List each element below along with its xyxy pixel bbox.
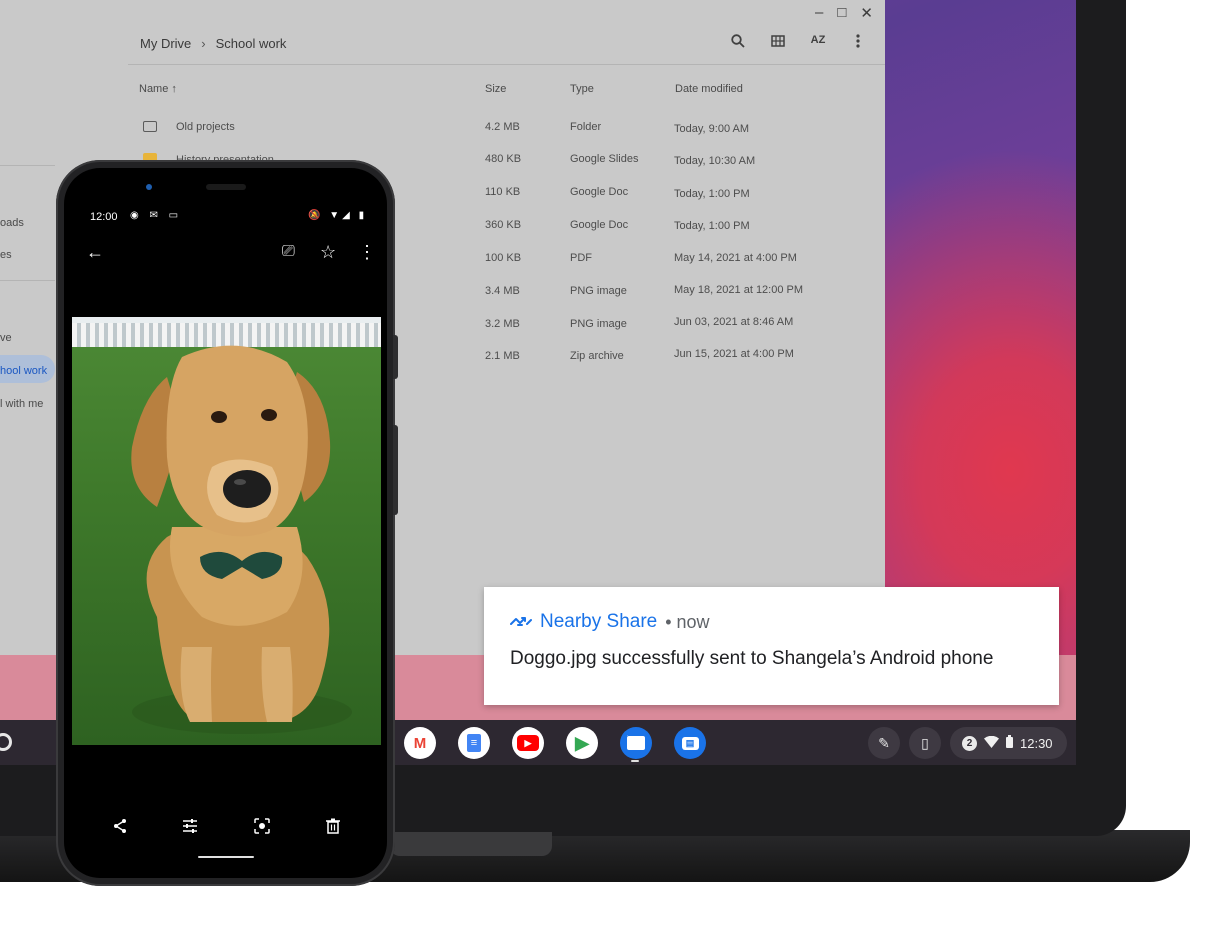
more-vert-icon[interactable]: ⋮ <box>358 242 376 263</box>
nearby-share-icon <box>510 612 532 632</box>
sidebar-divider <box>0 280 55 281</box>
file-type: Zip archive <box>570 350 624 362</box>
sidebar-item-my-drive[interactable]: ve <box>0 332 12 344</box>
battery-icon <box>1006 735 1013 751</box>
file-date: Jun 03, 2021 at 8:46 AM <box>674 316 794 328</box>
file-type: PNG image <box>570 318 627 330</box>
grid-view-icon[interactable] <box>770 34 786 51</box>
youtube-icon[interactable]: ▶ <box>512 727 544 759</box>
column-header-date[interactable]: Date modified <box>675 83 743 95</box>
notification-time: • now <box>665 611 710 632</box>
breadcrumb-school-work[interactable]: School work <box>216 36 287 51</box>
front-camera <box>146 184 152 190</box>
golden-retriever-illustration <box>131 345 352 734</box>
file-size: 100 KB <box>485 252 522 264</box>
phone-power-button <box>393 425 398 515</box>
star-icon[interactable]: ☆ <box>320 242 336 263</box>
gesture-home-bar[interactable] <box>198 856 254 858</box>
share-icon[interactable] <box>112 818 128 839</box>
play-store-icon[interactable]: ▶ <box>566 727 598 759</box>
notification-app-name: Nearby Share <box>540 611 658 632</box>
earpiece-speaker <box>206 184 246 190</box>
file-size: 4.2 MB <box>485 121 520 133</box>
file-type: Google Doc <box>570 219 629 231</box>
file-size: 110 KB <box>485 186 521 198</box>
breadcrumb: My Drive › School work <box>140 36 286 51</box>
file-size: 480 KB <box>485 153 522 165</box>
lens-icon[interactable] <box>254 818 270 839</box>
file-date: May 18, 2021 at 12:00 PM <box>674 284 804 296</box>
delete-icon[interactable] <box>326 818 340 839</box>
window-controls: – □ ✕ <box>815 4 873 22</box>
file-date: Today, 1:00 PM <box>674 188 750 200</box>
notification-message: Doggo.jpg successfully sent to Shangela’… <box>510 648 994 669</box>
files-sidebar: oads es ve hool work l with me <box>0 150 55 430</box>
laptop-hinge <box>390 832 552 856</box>
phone-system-icons: 🔕 ▼◢ ▮ <box>308 210 368 221</box>
notification-count-badge: 2 <box>962 735 977 751</box>
chevron-right-icon: › <box>201 36 206 51</box>
file-type: Google Doc <box>570 186 629 198</box>
file-size: 360 KB <box>485 219 522 231</box>
file-type: Google Slides <box>570 153 639 165</box>
nearby-share-notification[interactable]: Nearby Share • now Doggo.jpg successfull… <box>484 587 1059 705</box>
header-divider <box>128 64 885 65</box>
phone-notification-icons: ◉ ✉ ▭ <box>130 210 183 221</box>
file-type: Folder <box>570 121 602 133</box>
docs-icon[interactable]: ≡ <box>458 727 490 759</box>
files-running-indicator <box>631 760 639 762</box>
messages-icon[interactable]: ▤ <box>674 727 706 759</box>
file-type: PDF <box>570 252 592 264</box>
phone-status-time: 12:00 <box>90 211 118 223</box>
sort-az-button[interactable]: AZ <box>810 34 826 51</box>
file-type: PNG image <box>570 285 627 297</box>
cast-icon[interactable]: ⎚ <box>282 243 295 261</box>
phone-screen: 12:00 ◉ ✉ ▭ 🔕 ▼◢ ▮ ← ⎚ ☆ ⋮ <box>64 168 387 878</box>
wifi-icon <box>984 735 999 751</box>
dog-photo <box>72 317 381 745</box>
file-size: 2.1 MB <box>485 350 520 362</box>
column-header-size[interactable]: Size <box>485 83 506 95</box>
status-area[interactable]: 2 12:30 <box>950 727 1067 759</box>
gmail-icon[interactable]: M <box>404 727 436 759</box>
close-button[interactable]: ✕ <box>860 4 873 22</box>
back-arrow-icon[interactable]: ← <box>86 242 104 263</box>
shelf-clock: 12:30 <box>1020 735 1053 751</box>
sidebar-item-downloads[interactable]: oads <box>0 217 24 229</box>
sidebar-item-school-work[interactable]: hool work <box>0 365 47 377</box>
file-size: 3.2 MB <box>485 318 520 330</box>
sidebar-item-shared-with-me[interactable]: l with me <box>0 398 43 410</box>
edit-adjust-icon[interactable] <box>182 818 198 839</box>
folder-icon <box>143 121 157 132</box>
phone-hub-button[interactable]: ▯ <box>909 727 941 759</box>
file-size: 3.4 MB <box>485 285 520 297</box>
sidebar-item-files[interactable]: es <box>0 249 12 261</box>
files-icon[interactable]: ■ <box>620 727 652 759</box>
stylus-tools-button[interactable]: ✎ <box>868 727 900 759</box>
maximize-button[interactable]: □ <box>837 4 846 22</box>
search-icon[interactable] <box>730 34 746 51</box>
files-toolbar: AZ <box>730 34 866 51</box>
file-date: Today, 10:30 AM <box>674 155 756 167</box>
phone-volume-button <box>393 335 398 379</box>
notification-header: Nearby Share • now <box>510 611 710 633</box>
column-header-name[interactable]: Name ↑ <box>139 83 177 95</box>
pen-icon: ✎ <box>878 734 890 751</box>
minimize-button[interactable]: – <box>815 4 823 22</box>
file-name: Old projects <box>176 121 235 133</box>
more-vert-icon[interactable] <box>850 34 866 51</box>
breadcrumb-my-drive[interactable]: My Drive <box>140 36 191 51</box>
file-date: Today, 9:00 AM <box>674 123 750 135</box>
file-row[interactable]: Old projects 4.2 MB Folder Today, 9:00 A… <box>0 113 885 145</box>
phone-icon: ▯ <box>921 734 929 751</box>
file-date: Jun 15, 2021 at 4:00 PM <box>674 348 794 360</box>
file-date: Today, 1:00 PM <box>674 220 750 232</box>
launcher-button[interactable] <box>0 733 12 751</box>
sidebar-divider <box>0 165 55 166</box>
file-date: May 14, 2021 at 4:00 PM <box>674 252 797 264</box>
column-header-type[interactable]: Type <box>570 83 594 95</box>
